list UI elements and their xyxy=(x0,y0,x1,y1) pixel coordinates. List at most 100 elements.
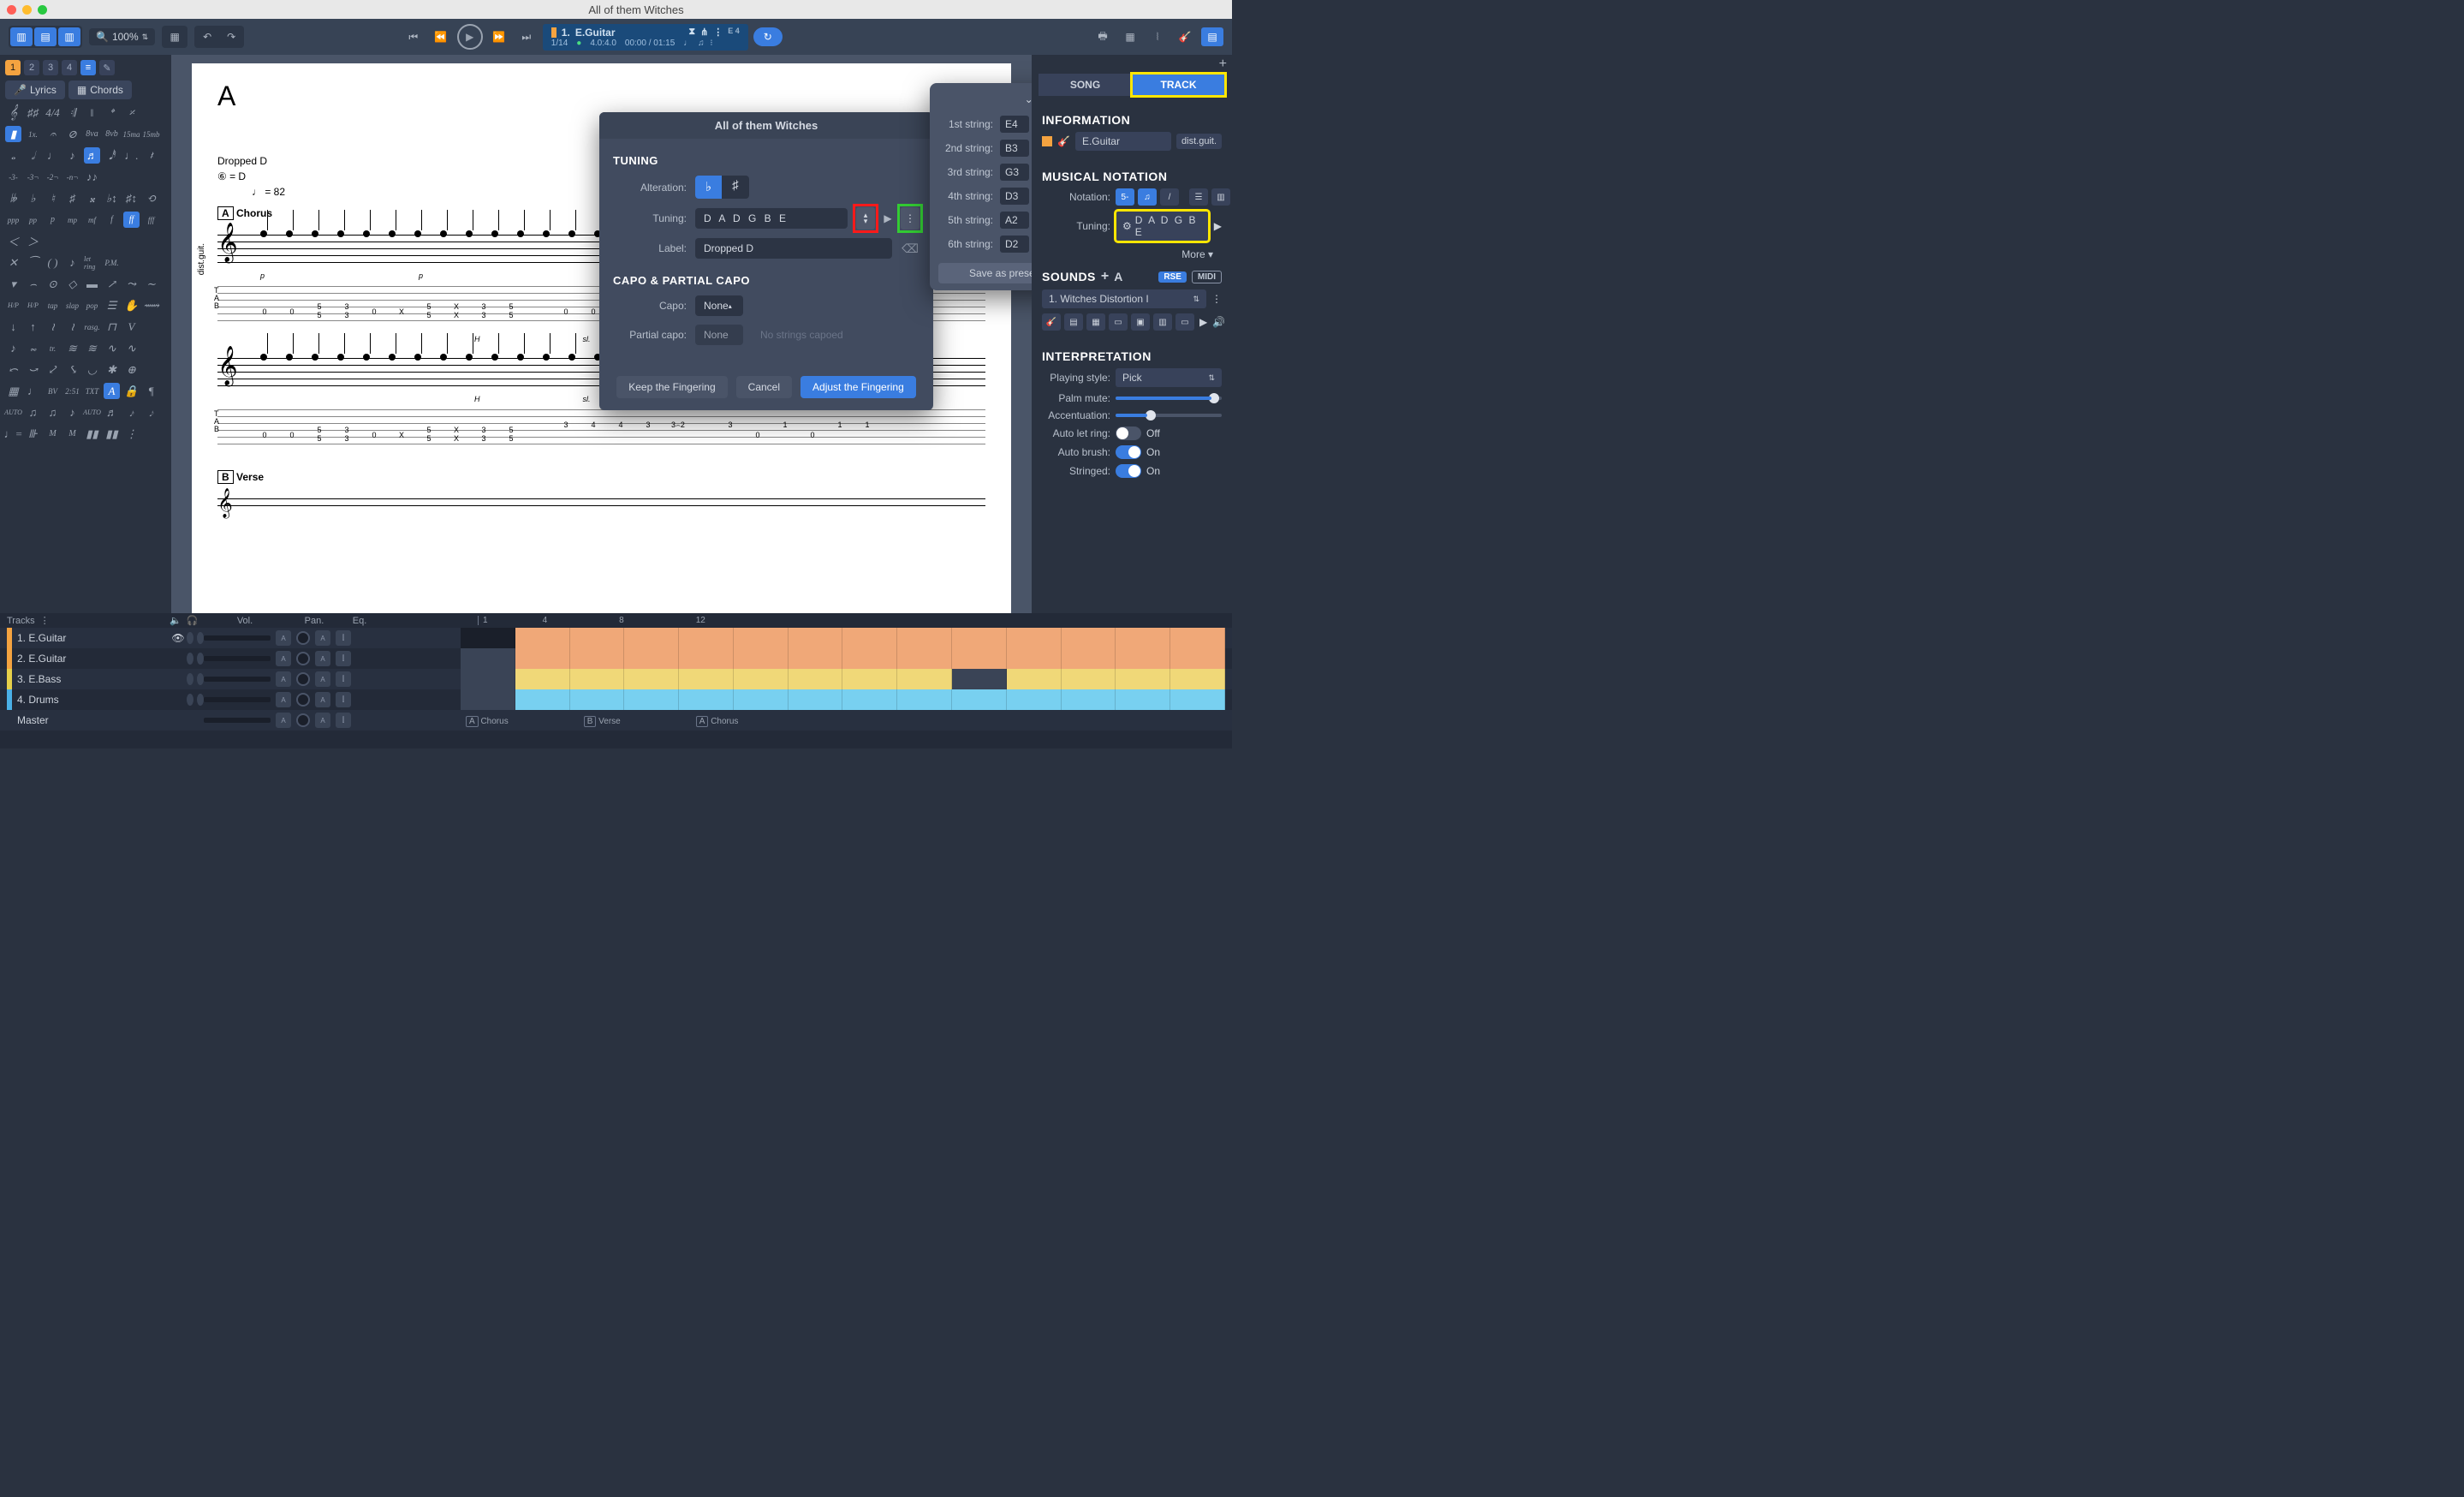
vol-auto[interactable]: A xyxy=(276,651,291,666)
track-blocks[interactable] xyxy=(461,648,1225,669)
dotted-note[interactable]: ♩. xyxy=(123,147,140,164)
voice-1[interactable]: 1 xyxy=(5,60,21,75)
more-button[interactable]: More ▾ xyxy=(1042,247,1222,262)
ottava-icon[interactable]: 8va xyxy=(84,126,100,142)
visibility-icon[interactable]: 👁 xyxy=(170,632,187,644)
notation-tab[interactable]: ♫ xyxy=(1138,188,1157,206)
chords-button[interactable]: ▦Chords xyxy=(68,81,132,99)
string-4-value[interactable]: D3 xyxy=(1000,188,1029,205)
volume-fader[interactable] xyxy=(204,677,271,682)
tuning-button[interactable]: ⚙ D A D G B E xyxy=(1116,211,1209,242)
adjust-fingering-button[interactable]: Adjust the Fingering xyxy=(801,376,916,398)
pan-knob[interactable] xyxy=(296,672,310,686)
string-3-value[interactable]: G3 xyxy=(1000,164,1029,181)
eq-button[interactable]: ⫿ xyxy=(336,692,351,707)
keep-fingering-button[interactable]: Keep the Fingering xyxy=(616,376,727,398)
pan-auto[interactable]: A xyxy=(315,651,330,666)
play-tuning-icon[interactable]: ▶ xyxy=(1214,220,1222,232)
voice-2[interactable]: 2 xyxy=(24,60,39,75)
rse-badge[interactable]: RSE xyxy=(1158,271,1187,283)
rewind-button[interactable]: ⏪ xyxy=(430,27,452,46)
fermata-icon[interactable]: 𝄐 xyxy=(45,126,61,142)
play-button[interactable]: ▶ xyxy=(457,24,483,50)
decrescendo-icon[interactable]: ＞ xyxy=(25,233,41,249)
tie-icon[interactable]: ⁀ xyxy=(25,254,41,271)
pan-knob[interactable] xyxy=(296,693,310,707)
ghost-note-icon[interactable]: ( ) xyxy=(45,254,61,271)
mute-button[interactable] xyxy=(187,632,193,644)
clear-label-icon[interactable]: ⌫ xyxy=(901,242,920,256)
solo-button[interactable] xyxy=(197,632,204,644)
ottava-bassa-icon[interactable]: 8vb xyxy=(104,126,120,142)
song-tab[interactable]: SONG xyxy=(1039,74,1132,96)
volume-fader[interactable] xyxy=(204,635,271,641)
palm-mute-icon[interactable]: P.M. xyxy=(104,254,120,271)
left-panel-toggle[interactable]: ▥ xyxy=(10,27,33,46)
track-name-input[interactable]: E.Guitar xyxy=(1075,132,1171,151)
free-time-icon[interactable]: ⊘ xyxy=(64,126,80,142)
eq-button[interactable]: ⫿ xyxy=(336,630,351,646)
tracks-menu-icon[interactable]: ⋮ xyxy=(40,615,50,626)
whole-note[interactable]: 𝅝 xyxy=(5,147,21,164)
sixteenth-note[interactable]: ♬ xyxy=(84,147,100,164)
quarter-note[interactable]: ♩ xyxy=(45,147,61,164)
guitar-button[interactable]: 🎸 xyxy=(1174,27,1196,46)
close-window[interactable] xyxy=(7,5,16,15)
thirtysecond-note[interactable]: 𝅘𝅥𝅰 xyxy=(104,147,120,164)
fretboard-mini-icon[interactable]: ▦ xyxy=(5,383,21,399)
tuner-button[interactable]: ⦚ xyxy=(1146,27,1169,46)
clef-icon[interactable]: 𝄞 xyxy=(5,104,21,121)
mute-button[interactable] xyxy=(187,653,193,665)
notation-standard[interactable]: 5- xyxy=(1116,188,1134,206)
midi-badge[interactable]: MIDI xyxy=(1192,271,1222,283)
stringed-toggle[interactable] xyxy=(1116,464,1141,478)
flat-icon[interactable]: ♭ xyxy=(25,190,41,206)
half-note[interactable]: 𝅗𝅥 xyxy=(25,147,41,164)
lyrics-button[interactable]: 🎤Lyrics xyxy=(5,81,65,99)
tuning-stepper[interactable]: ▴▾ xyxy=(856,207,875,230)
eq-button[interactable]: ⫿ xyxy=(336,651,351,666)
string-6-value[interactable]: D2 xyxy=(1000,236,1029,253)
pan-auto[interactable]: A xyxy=(315,692,330,707)
tuning-select[interactable]: D A D G B E xyxy=(695,208,848,229)
sharp-icon[interactable]: ♯ xyxy=(64,190,80,206)
expand-chain-icon[interactable]: ▶ xyxy=(1199,316,1207,328)
rest-icon[interactable]: 𝄽 xyxy=(143,147,159,164)
layout-mode[interactable]: ▦ xyxy=(164,27,186,46)
volume-fader[interactable] xyxy=(204,697,271,702)
palm-mute-slider[interactable] xyxy=(1116,397,1222,400)
vol-auto[interactable]: A xyxy=(276,671,291,687)
go-start-button[interactable]: ⏮ xyxy=(402,27,425,46)
simile-icon[interactable]: 𝄎 xyxy=(123,104,140,121)
inspector-toggle[interactable]: ▤ xyxy=(1201,27,1223,46)
flat-button[interactable]: ♭ xyxy=(695,176,722,199)
automation-button[interactable]: A xyxy=(1114,270,1122,283)
auto-brush-toggle[interactable] xyxy=(1116,445,1141,459)
score-view[interactable]: A erten Dropped D ⑥ = D ♩ = 82 A Chorus … xyxy=(171,55,1032,613)
add-tab-button[interactable]: + xyxy=(1219,57,1227,72)
forward-button[interactable]: ⏩ xyxy=(488,27,510,46)
solo-button[interactable] xyxy=(197,673,204,685)
vol-auto[interactable]: A xyxy=(276,630,291,646)
minimize-window[interactable] xyxy=(22,5,32,15)
grace-note-icon[interactable]: ♪ xyxy=(64,254,80,271)
fretboard-button[interactable]: ▦ xyxy=(1119,27,1141,46)
pan-knob[interactable] xyxy=(296,652,310,665)
dead-note-icon[interactable]: ✕ xyxy=(5,254,21,271)
chevron-down-icon[interactable]: ⌄ xyxy=(1025,93,1032,105)
partial-capo-select[interactable]: None xyxy=(695,325,743,345)
track-row[interactable]: 4. Drums A A ⫿ xyxy=(0,689,1232,710)
cancel-button[interactable]: Cancel xyxy=(736,376,792,398)
notation-slash[interactable]: / xyxy=(1160,188,1179,206)
natural-icon[interactable]: ♮ xyxy=(45,190,61,206)
loop-button[interactable]: ↻ xyxy=(753,27,783,46)
master-track[interactable]: Master xyxy=(17,714,170,726)
repeat-count[interactable]: 1x. xyxy=(25,126,41,142)
crescendo-icon[interactable]: ＜ xyxy=(5,233,21,249)
string-2-value[interactable]: B3 xyxy=(1000,140,1029,157)
zoom-window[interactable] xyxy=(38,5,47,15)
accentuation-slider[interactable] xyxy=(1116,414,1222,417)
undo-button[interactable]: ↶ xyxy=(196,27,218,46)
15mb-icon[interactable]: 15mb xyxy=(143,126,159,142)
track-blocks[interactable] xyxy=(461,689,1225,710)
